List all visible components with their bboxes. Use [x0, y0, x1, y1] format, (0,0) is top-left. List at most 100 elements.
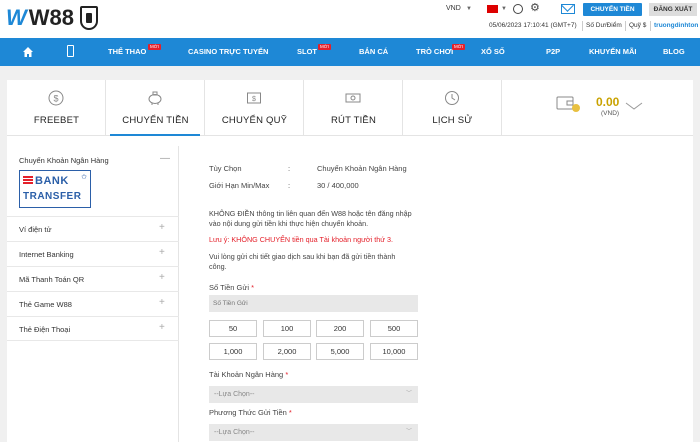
sidebar-item-qr-payment[interactable]: Mã Thanh Toán QR +	[7, 266, 179, 291]
nav-item-casino[interactable]: CASINO TRỰC TUYẾN	[188, 38, 268, 66]
divider	[625, 21, 626, 31]
gear-icon[interactable]: ⚙	[530, 3, 540, 14]
bank-logo-subtext: TRANSFER	[23, 191, 82, 202]
logout-button[interactable]: ĐĂNG XUẤT	[649, 3, 697, 16]
chevron-down-icon: ﹀	[405, 429, 412, 435]
amount-preset-button[interactable]: 50	[209, 320, 257, 337]
club-crest-icon	[80, 6, 99, 30]
mobile-icon[interactable]	[67, 45, 74, 57]
plus-icon: +	[159, 222, 165, 233]
chevron-down-icon[interactable]: ▼	[501, 6, 507, 12]
amount-input[interactable]	[209, 295, 418, 312]
new-badge: MỚI	[452, 44, 465, 50]
select-placeholder: --Lựa Chọn--	[214, 429, 255, 436]
amount-preset-button[interactable]: 10,000	[370, 343, 418, 360]
plus-icon: +	[159, 322, 165, 333]
nav-item-p2p[interactable]: P2P	[546, 38, 560, 66]
amount-label: Số Tiền Gửi *	[209, 283, 254, 292]
sidebar-section-title[interactable]: Chuyển Khoản Ngân Hàng	[19, 156, 109, 165]
nav-item-games[interactable]: TRÒ CHƠI	[416, 38, 453, 66]
required-mark: *	[285, 370, 289, 379]
sidebar-item-w88-game-card[interactable]: Thẻ Game W88 +	[7, 291, 179, 316]
cash-icon	[345, 93, 361, 103]
user-icon[interactable]	[513, 4, 523, 14]
username-link[interactable]: truongdinhton	[654, 22, 698, 29]
deposit-method-select[interactable]: --Lựa Chọn-- ﹀	[209, 424, 418, 441]
notice-text: Vui lòng gửi chi tiết giao dịch sau khi …	[209, 252, 396, 271]
history-icon	[445, 91, 459, 105]
tab-label: RÚT TIỀN	[330, 115, 377, 126]
required-mark: *	[251, 283, 255, 292]
language-flag-icon[interactable]	[487, 5, 498, 13]
sidebar-item-label: Thẻ Điện Thoại	[19, 325, 71, 334]
option-value: Chuyển Khoản Ngân Hàng	[317, 164, 407, 173]
nav-item-promotions[interactable]: KHUYẾN MÃI	[589, 38, 637, 66]
logo-text: W88	[28, 5, 75, 30]
fund-link[interactable]: Quỹ $	[629, 22, 646, 29]
sidebar-item-ewallet[interactable]: Ví điện tử +	[7, 216, 179, 241]
plus-icon: +	[159, 247, 165, 258]
colon: :	[288, 164, 291, 173]
collapse-icon[interactable]: —	[160, 153, 170, 164]
top-bar: W W88 VND ▼ ▼ ⚙ CHUYỂN TIỀN ĐĂNG XUẤT 05…	[0, 0, 700, 38]
option-label: Tùy Chọn	[209, 164, 242, 173]
wallet-balance: 0.00	[596, 95, 620, 109]
tab-label: FREEBET	[33, 115, 80, 126]
plus-icon: +	[159, 272, 165, 283]
home-icon[interactable]	[22, 46, 34, 58]
currency-select[interactable]: VND	[446, 5, 461, 12]
bank-transfer-logo[interactable]: BANK TRANSFER ✩	[19, 170, 91, 208]
datetime-display: 05/06/2023 17:10:41 (GMT+7)	[489, 22, 577, 29]
amount-preset-button[interactable]: 1,000	[209, 343, 257, 360]
tab-freebet[interactable]: $ FREEBET	[7, 80, 106, 136]
sidebar-item-label: Mã Thanh Toán QR	[19, 275, 85, 284]
main-nav: THỂ THAO MỚI CASINO TRỰC TUYẾN SLOT MỚI …	[0, 38, 700, 66]
amount-label-text: Số Tiền Gửi	[209, 283, 250, 292]
nav-item-fishing[interactable]: BẮN CÁ	[359, 38, 388, 66]
tab-label: LỊCH SỬ	[432, 115, 473, 126]
sidebar-item-label: Ví điện tử	[19, 225, 52, 234]
notice-text: KHÔNG ĐIỀN thông tin liên quan đến W88 h…	[209, 209, 412, 228]
nav-item-slot[interactable]: SLOT	[297, 38, 317, 66]
amount-preset-button[interactable]: 5,000	[316, 343, 364, 360]
bank-account-label: Tài Khoản Ngân Hàng *	[209, 370, 288, 379]
sidebar-item-internet-banking[interactable]: Internet Banking +	[7, 241, 179, 266]
star-icon: ✩	[81, 174, 87, 181]
tab-fund-transfer[interactable]: $ CHUYỂN QUỸ	[205, 80, 304, 136]
bank-account-label-text: Tài Khoản Ngân Hàng	[209, 370, 284, 379]
colon: :	[288, 181, 291, 190]
sidebar-item-label: Thẻ Game W88	[19, 300, 72, 309]
amount-preset-button[interactable]: 200	[316, 320, 364, 337]
tab-deposit[interactable]: CHUYỂN TIỀN	[106, 80, 205, 136]
select-placeholder: --Lựa Chọn--	[214, 391, 255, 398]
warning-text: Lưu ý: KHÔNG CHUYỂN tiền qua Tài khoản n…	[209, 235, 394, 244]
tab-label: CHUYỂN TIỀN	[122, 115, 189, 126]
nav-item-sports[interactable]: THỂ THAO	[108, 38, 146, 66]
sidebar-item-phone-card[interactable]: Thẻ Điện Thoại +	[7, 316, 179, 341]
tab-withdraw[interactable]: RÚT TIỀN	[304, 80, 403, 136]
limit-label: Giới Hạn Min/Max	[209, 181, 270, 190]
nav-item-lottery[interactable]: XỔ SỐ	[481, 38, 505, 66]
chevron-down-icon[interactable]: ▼	[466, 6, 472, 12]
chevron-down-icon[interactable]	[625, 101, 643, 111]
nav-item-blog[interactable]: BLOG	[663, 38, 685, 66]
w-mark-icon: W	[6, 5, 27, 30]
transfer-icon: $	[247, 92, 261, 104]
divider	[582, 21, 583, 31]
w88-logo[interactable]: W W88	[6, 5, 99, 31]
svg-text:$: $	[252, 96, 256, 103]
transfer-button[interactable]: CHUYỂN TIỀN	[583, 3, 642, 16]
amount-preset-button[interactable]: 100	[263, 320, 311, 337]
wallet-icon	[556, 96, 580, 112]
amount-preset-button[interactable]: 2,000	[263, 343, 311, 360]
balance-link[interactable]: Số Dư/Điểm	[586, 22, 622, 29]
new-badge: MỚI	[148, 44, 161, 50]
mail-icon[interactable]	[561, 4, 575, 14]
amount-preset-button[interactable]: 500	[370, 320, 418, 337]
deposit-method-label: Phương Thức Gửi Tiền *	[209, 408, 292, 417]
wallet-currency: (VND)	[601, 110, 620, 117]
bank-account-select[interactable]: --Lựa Chọn-- ﹀	[209, 386, 418, 403]
tab-history[interactable]: LỊCH SỬ	[403, 80, 502, 136]
deposit-method-label-text: Phương Thức Gửi Tiền	[209, 408, 287, 417]
required-mark: *	[288, 408, 292, 417]
